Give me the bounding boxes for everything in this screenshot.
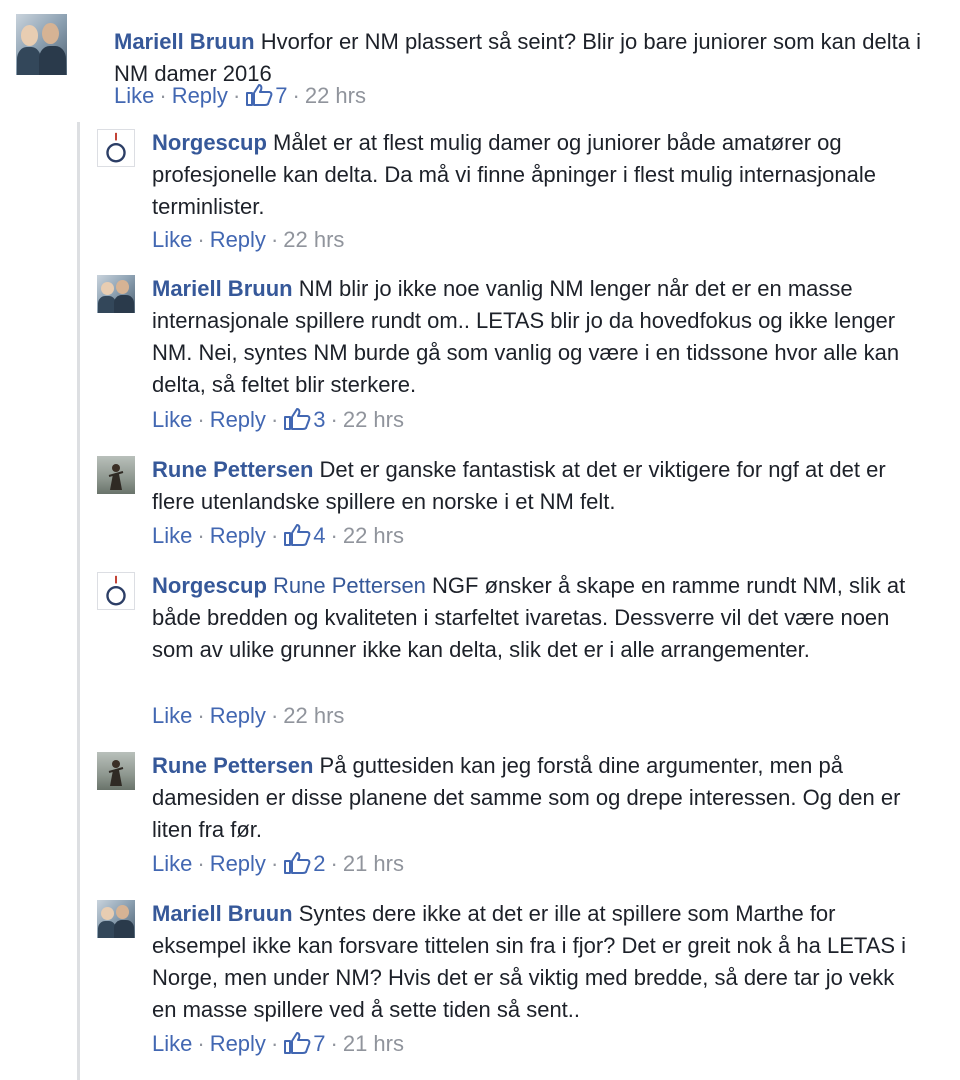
like-count[interactable]: 3 <box>283 407 326 432</box>
reply-link[interactable]: Reply <box>210 1031 266 1056</box>
avatar[interactable] <box>97 275 135 313</box>
like-link[interactable]: Like <box>152 703 192 728</box>
comment-author[interactable]: Mariell Bruun <box>152 276 293 301</box>
reply-link[interactable]: Reply <box>210 407 266 432</box>
comment-author[interactable]: Norgescup <box>152 573 267 598</box>
comment-actions: Like · Reply · 2 · 21 hrs <box>152 851 404 876</box>
reply-link[interactable]: Reply <box>210 851 266 876</box>
comment-author[interactable]: Mariell Bruun <box>152 901 293 926</box>
comment-body: Rune Pettersen På guttesiden kan jeg for… <box>152 750 922 846</box>
tagged-user-link[interactable]: Rune Pettersen <box>273 573 426 598</box>
comment-time[interactable]: 22 hrs <box>283 227 344 252</box>
reply-comment: Rune Pettersen Det er ganske fantastisk … <box>97 451 937 556</box>
comment-time[interactable]: 21 hrs <box>343 851 404 876</box>
like-count[interactable]: 7 <box>245 83 288 108</box>
person-photo-icon <box>108 760 124 786</box>
like-link[interactable]: Like <box>152 227 192 252</box>
comment-body: Mariell Bruun Syntes dere ikke at det er… <box>152 898 922 1026</box>
comment-body: Mariell Bruun NM blir jo ikke noe vanlig… <box>152 273 922 401</box>
comment-time[interactable]: 22 hrs <box>343 407 404 432</box>
reply-comment: Mariell Bruun Syntes dere ikke at det er… <box>97 895 937 1065</box>
like-link[interactable]: Like <box>152 851 192 876</box>
comment-author[interactable]: Rune Pettersen <box>152 753 313 778</box>
avatar[interactable] <box>97 752 135 790</box>
comment-time[interactable]: 22 hrs <box>283 703 344 728</box>
thumbs-up-icon <box>283 1031 311 1055</box>
comment-actions: Like · Reply · 7 · 22 hrs <box>114 83 366 108</box>
like-count[interactable]: 2 <box>283 851 326 876</box>
comment-actions: Like · Reply · 3 · 22 hrs <box>152 407 404 432</box>
comment: Mariell Bruun Hvorfor er NM plassert så … <box>16 14 946 114</box>
thumbs-up-icon <box>283 407 311 431</box>
comment-actions: Like · Reply · 22 hrs <box>152 227 345 252</box>
comment-actions: Like · Reply · 4 · 22 hrs <box>152 523 404 548</box>
reply-link[interactable]: Reply <box>172 83 228 108</box>
comment-author[interactable]: Mariell Bruun <box>114 29 255 54</box>
comment-actions: Like · Reply · 22 hrs <box>152 703 345 728</box>
person-photo-icon <box>108 464 124 490</box>
reply-comment: Norgescup Målet er at flest mulig damer … <box>97 124 937 254</box>
like-link[interactable]: Like <box>152 523 192 548</box>
comment-actions: Like · Reply · 7 · 21 hrs <box>152 1031 404 1056</box>
reply-link[interactable]: Reply <box>210 703 266 728</box>
reply-link[interactable]: Reply <box>210 227 266 252</box>
thumbs-up-icon <box>283 851 311 875</box>
norgescup-logo-icon <box>106 132 126 163</box>
like-count[interactable]: 7 <box>283 1031 326 1056</box>
like-count[interactable]: 4 <box>283 523 326 548</box>
avatar[interactable] <box>97 456 135 494</box>
comment-time[interactable]: 22 hrs <box>305 83 366 108</box>
comment-body: Norgescup Målet er at flest mulig damer … <box>152 127 922 223</box>
avatar[interactable] <box>97 129 135 167</box>
comment-time[interactable]: 22 hrs <box>343 523 404 548</box>
comment-body: Rune Pettersen Det er ganske fantastisk … <box>152 454 922 518</box>
comment-author[interactable]: Norgescup <box>152 130 267 155</box>
reply-comment: Norgescup Rune Pettersen NGF ønsker å sk… <box>97 567 937 737</box>
avatar[interactable] <box>16 14 67 75</box>
thumbs-up-icon <box>283 523 311 547</box>
like-link[interactable]: Like <box>152 1031 192 1056</box>
reply-comment: Rune Pettersen På guttesiden kan jeg for… <box>97 747 937 885</box>
comment-body: Norgescup Rune Pettersen NGF ønsker å sk… <box>152 570 922 666</box>
reply-link[interactable]: Reply <box>210 523 266 548</box>
thumbs-up-icon <box>245 83 273 107</box>
norgescup-logo-icon <box>106 575 126 606</box>
avatar[interactable] <box>97 572 135 610</box>
like-link[interactable]: Like <box>152 407 192 432</box>
comment-author[interactable]: Rune Pettersen <box>152 457 313 482</box>
reply-thread-line <box>77 122 80 1080</box>
comment-time[interactable]: 21 hrs <box>343 1031 404 1056</box>
reply-comment: Mariell Bruun NM blir jo ikke noe vanlig… <box>97 270 937 440</box>
like-link[interactable]: Like <box>114 83 154 108</box>
avatar[interactable] <box>97 900 135 938</box>
